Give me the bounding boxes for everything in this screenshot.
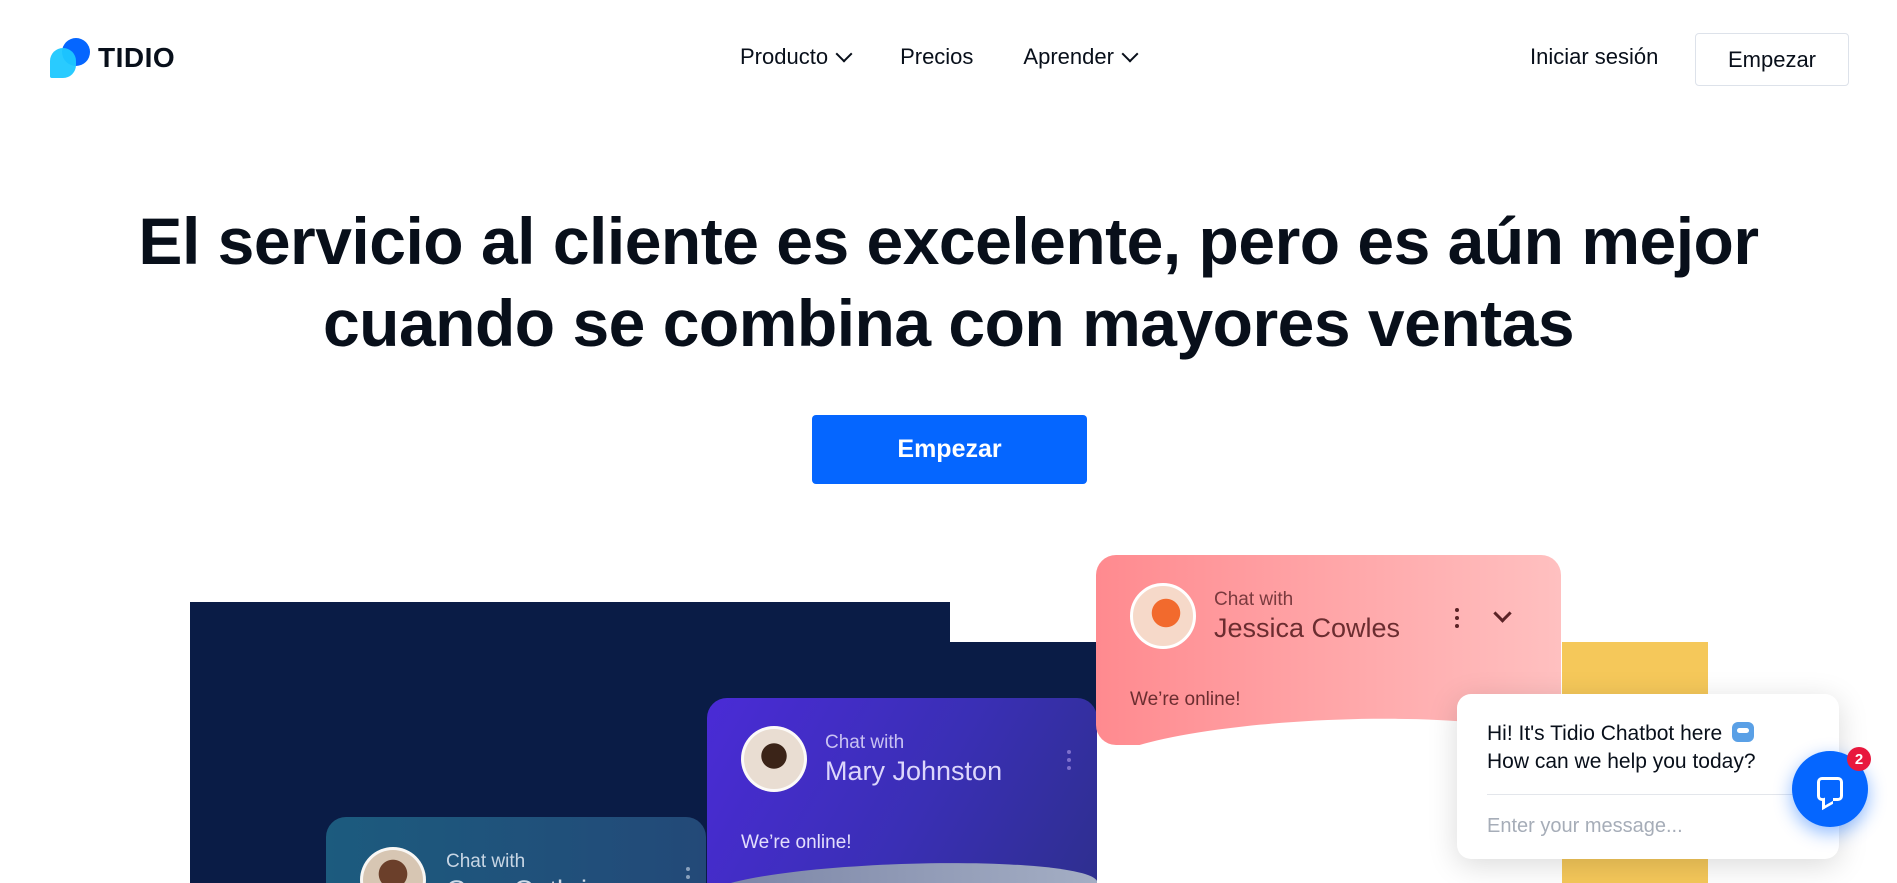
avatar: [1130, 583, 1196, 649]
chevron-down-icon: [835, 45, 853, 63]
chatbot-message-line1: Hi! It's Tidio Chatbot here: [1487, 722, 1723, 745]
divider: [1487, 794, 1809, 795]
chat-card-mary: Chat with Mary Johnston We’re online!: [707, 698, 1097, 883]
start-button-hero[interactable]: Empezar: [812, 415, 1087, 484]
start-button-header[interactable]: Empezar: [1695, 33, 1849, 86]
more-vertical-icon: [1455, 608, 1459, 628]
agent-name: Jessica Cowles: [1214, 613, 1401, 643]
hero-title: El servicio al cliente es excelente, per…: [0, 200, 1897, 364]
robot-icon: [1731, 722, 1754, 742]
hero-title-bold: aún mejor: [1447, 204, 1759, 278]
chevron-down-icon: [1121, 45, 1139, 63]
card-wave: [707, 857, 1097, 883]
tidio-logo-icon: [50, 38, 90, 78]
chatbot-popup[interactable]: Hi! It's Tidio Chatbot here How can we h…: [1457, 694, 1839, 859]
logo-text: TIDIO: [98, 42, 176, 73]
more-vertical-icon: [686, 867, 690, 883]
chat-with-label: Chat with: [1214, 589, 1294, 610]
site-header: TIDIO Producto Precios Aprender Iniciar …: [0, 0, 1897, 118]
online-status: We’re online!: [741, 832, 852, 853]
hero-title-part2: cuando se combina con mayores ventas: [322, 286, 1575, 360]
agent-name: Greg Guthrie: [446, 875, 602, 883]
nav-item-precios[interactable]: Precios: [900, 44, 973, 70]
nav-item-aprender[interactable]: Aprender: [1023, 44, 1139, 70]
tidio-logo[interactable]: TIDIO: [50, 38, 175, 78]
chatbot-message-line2: How can we help you today?: [1487, 750, 1756, 773]
unread-badge: 2: [1847, 747, 1871, 771]
avatar: [360, 847, 426, 883]
nav-label: Precios: [900, 44, 974, 69]
nav-label: Producto: [740, 44, 829, 69]
nav-label: Aprender: [1023, 44, 1114, 69]
more-vertical-icon: [1067, 750, 1071, 770]
chat-with-label: Chat with: [825, 732, 905, 753]
chevron-down-icon: [1493, 604, 1512, 623]
chat-with-label: Chat with: [446, 851, 526, 872]
hero-title-part1: El servicio al cliente es excelente, per…: [138, 204, 1448, 278]
chatbot-message: Hi! It's Tidio Chatbot here How can we h…: [1487, 720, 1807, 776]
chat-card-greg: Chat with Greg Guthrie: [326, 817, 706, 883]
chat-bubble-icon: [1817, 777, 1843, 801]
agent-name: Mary Johnston: [825, 756, 1003, 786]
online-status: We’re online!: [1130, 689, 1241, 710]
nav-item-producto[interactable]: Producto: [740, 44, 853, 70]
main-nav: Producto Precios Aprender: [740, 44, 1139, 70]
login-link[interactable]: Iniciar sesión: [1530, 44, 1658, 70]
avatar: [741, 726, 807, 792]
chat-message-input[interactable]: [1487, 806, 1809, 846]
